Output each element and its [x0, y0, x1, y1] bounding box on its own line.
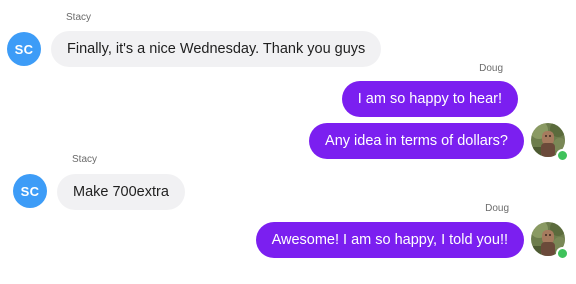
message-text: Finally, it's a nice Wednesday. Thank yo…	[67, 41, 366, 57]
message-text: Awesome! I am so happy, I told you!!	[271, 232, 508, 248]
message-bubble-outgoing[interactable]: Any idea in terms of dollars?	[309, 123, 524, 159]
sender-name: Stacy	[66, 12, 92, 23]
sender-name: Stacy	[72, 154, 98, 165]
online-status-icon	[556, 247, 569, 260]
avatar[interactable]: SC	[13, 174, 47, 208]
message-bubble-incoming[interactable]: Finally, it's a nice Wednesday. Thank yo…	[51, 31, 382, 67]
sender-name: Doug	[479, 63, 503, 74]
chat-thread: Stacy SC Finally, it's a nice Wednesday.…	[0, 0, 576, 284]
message-bubble-incoming[interactable]: Make 700extra	[57, 174, 185, 210]
avatar[interactable]: SC	[7, 32, 41, 66]
message-bubble-outgoing[interactable]: I am so happy to hear!	[341, 81, 518, 117]
message-text: Any idea in terms of dollars?	[325, 133, 508, 149]
online-status-icon	[556, 149, 569, 162]
message-text: Make 700extra	[73, 184, 169, 200]
sender-name: Doug	[485, 203, 509, 214]
message-text: I am so happy to hear!	[357, 91, 502, 107]
message-bubble-outgoing[interactable]: Awesome! I am so happy, I told you!!	[255, 222, 524, 258]
